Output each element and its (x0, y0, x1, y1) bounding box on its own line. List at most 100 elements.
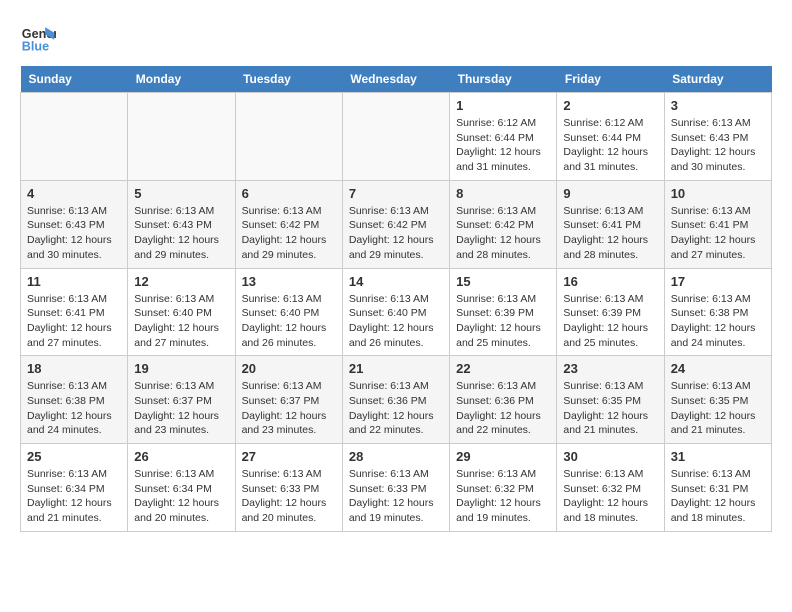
calendar-cell (235, 93, 342, 181)
day-number: 15 (456, 274, 550, 289)
day-number: 24 (671, 361, 765, 376)
calendar-cell: 8 Sunrise: 6:13 AM Sunset: 6:42 PM Daylig… (450, 180, 557, 268)
day-info: Sunrise: 6:13 AM Sunset: 6:34 PM Dayligh… (27, 467, 121, 526)
day-info: Sunrise: 6:13 AM Sunset: 6:33 PM Dayligh… (349, 467, 443, 526)
day-number: 16 (563, 274, 657, 289)
day-number: 27 (242, 449, 336, 464)
day-number: 6 (242, 186, 336, 201)
calendar-week-5: 25 Sunrise: 6:13 AM Sunset: 6:34 PM Dayli… (21, 444, 772, 532)
weekday-header-tuesday: Tuesday (235, 66, 342, 93)
day-info: Sunrise: 6:13 AM Sunset: 6:42 PM Dayligh… (456, 204, 550, 263)
calendar-cell: 7 Sunrise: 6:13 AM Sunset: 6:42 PM Daylig… (342, 180, 449, 268)
day-info: Sunrise: 6:13 AM Sunset: 6:37 PM Dayligh… (242, 379, 336, 438)
calendar-cell: 23 Sunrise: 6:13 AM Sunset: 6:35 PM Dayli… (557, 356, 664, 444)
day-number: 7 (349, 186, 443, 201)
header: General Blue (20, 20, 772, 56)
day-info: Sunrise: 6:13 AM Sunset: 6:35 PM Dayligh… (671, 379, 765, 438)
day-info: Sunrise: 6:13 AM Sunset: 6:41 PM Dayligh… (27, 292, 121, 351)
day-info: Sunrise: 6:13 AM Sunset: 6:40 PM Dayligh… (349, 292, 443, 351)
svg-text:Blue: Blue (22, 40, 49, 54)
day-info: Sunrise: 6:13 AM Sunset: 6:38 PM Dayligh… (27, 379, 121, 438)
day-info: Sunrise: 6:13 AM Sunset: 6:33 PM Dayligh… (242, 467, 336, 526)
calendar-cell: 16Sunrise: 6:13 AM Sunset: 6:39 PM Dayli… (557, 268, 664, 356)
day-number: 13 (242, 274, 336, 289)
day-info: Sunrise: 6:13 AM Sunset: 6:36 PM Dayligh… (349, 379, 443, 438)
calendar-cell: 25 Sunrise: 6:13 AM Sunset: 6:34 PM Dayli… (21, 444, 128, 532)
calendar-table: SundayMondayTuesdayWednesdayThursdayFrid… (20, 66, 772, 532)
calendar-week-1: 1 Sunrise: 6:12 AM Sunset: 6:44 PM Daylig… (21, 93, 772, 181)
day-number: 23 (563, 361, 657, 376)
weekday-header-monday: Monday (128, 66, 235, 93)
day-info: Sunrise: 6:13 AM Sunset: 6:40 PM Dayligh… (134, 292, 228, 351)
weekday-header-saturday: Saturday (664, 66, 771, 93)
day-number: 31 (671, 449, 765, 464)
day-info: Sunrise: 6:13 AM Sunset: 6:43 PM Dayligh… (671, 116, 765, 175)
calendar-cell: 28Sunrise: 6:13 AM Sunset: 6:33 PM Dayli… (342, 444, 449, 532)
day-number: 1 (456, 98, 550, 113)
day-info: Sunrise: 6:13 AM Sunset: 6:35 PM Dayligh… (563, 379, 657, 438)
day-number: 5 (134, 186, 228, 201)
day-info: Sunrise: 6:13 AM Sunset: 6:31 PM Dayligh… (671, 467, 765, 526)
day-info: Sunrise: 6:12 AM Sunset: 6:44 PM Dayligh… (563, 116, 657, 175)
day-info: Sunrise: 6:13 AM Sunset: 6:41 PM Dayligh… (563, 204, 657, 263)
calendar-cell (342, 93, 449, 181)
calendar-cell: 15 Sunrise: 6:13 AM Sunset: 6:39 PM Dayli… (450, 268, 557, 356)
calendar-cell: 9 Sunrise: 6:13 AM Sunset: 6:41 PM Daylig… (557, 180, 664, 268)
day-number: 9 (563, 186, 657, 201)
calendar-cell: 31 Sunrise: 6:13 AM Sunset: 6:31 PM Dayli… (664, 444, 771, 532)
day-info: Sunrise: 6:13 AM Sunset: 6:32 PM Dayligh… (456, 467, 550, 526)
weekday-header-thursday: Thursday (450, 66, 557, 93)
day-number: 11 (27, 274, 121, 289)
calendar-cell: 14 Sunrise: 6:13 AM Sunset: 6:40 PM Dayli… (342, 268, 449, 356)
calendar-cell: 26 Sunrise: 6:13 AM Sunset: 6:34 PM Dayli… (128, 444, 235, 532)
calendar-cell (128, 93, 235, 181)
calendar-cell: 17 Sunrise: 6:13 AM Sunset: 6:38 PM Dayli… (664, 268, 771, 356)
calendar-cell: 4Sunrise: 6:13 AM Sunset: 6:43 PM Daylig… (21, 180, 128, 268)
day-number: 3 (671, 98, 765, 113)
calendar-cell: 5 Sunrise: 6:13 AM Sunset: 6:43 PM Daylig… (128, 180, 235, 268)
weekday-header-wednesday: Wednesday (342, 66, 449, 93)
day-info: Sunrise: 6:13 AM Sunset: 6:40 PM Dayligh… (242, 292, 336, 351)
logo-icon: General Blue (20, 20, 56, 56)
calendar-cell: 10 Sunrise: 6:13 AM Sunset: 6:41 PM Dayli… (664, 180, 771, 268)
day-info: Sunrise: 6:13 AM Sunset: 6:34 PM Dayligh… (134, 467, 228, 526)
calendar-cell: 22 Sunrise: 6:13 AM Sunset: 6:36 PM Dayli… (450, 356, 557, 444)
day-number: 22 (456, 361, 550, 376)
day-number: 10 (671, 186, 765, 201)
day-number: 29 (456, 449, 550, 464)
calendar-cell (21, 93, 128, 181)
calendar-cell: 1Sunrise: 6:12 AM Sunset: 6:44 PM Daylig… (450, 93, 557, 181)
calendar-week-3: 11 Sunrise: 6:13 AM Sunset: 6:41 PM Dayli… (21, 268, 772, 356)
calendar-cell: 20 Sunrise: 6:13 AM Sunset: 6:37 PM Dayli… (235, 356, 342, 444)
calendar-cell: 12 Sunrise: 6:13 AM Sunset: 6:40 PM Dayli… (128, 268, 235, 356)
day-number: 25 (27, 449, 121, 464)
calendar-week-2: 4Sunrise: 6:13 AM Sunset: 6:43 PM Daylig… (21, 180, 772, 268)
day-info: Sunrise: 6:13 AM Sunset: 6:42 PM Dayligh… (349, 204, 443, 263)
day-info: Sunrise: 6:13 AM Sunset: 6:39 PM Dayligh… (456, 292, 550, 351)
day-number: 8 (456, 186, 550, 201)
day-number: 14 (349, 274, 443, 289)
day-info: Sunrise: 6:13 AM Sunset: 6:41 PM Dayligh… (671, 204, 765, 263)
calendar-cell: 21Sunrise: 6:13 AM Sunset: 6:36 PM Dayli… (342, 356, 449, 444)
calendar-cell: 6 Sunrise: 6:13 AM Sunset: 6:42 PM Daylig… (235, 180, 342, 268)
calendar-cell: 13 Sunrise: 6:13 AM Sunset: 6:40 PM Dayli… (235, 268, 342, 356)
calendar-cell: 3 Sunrise: 6:13 AM Sunset: 6:43 PM Daylig… (664, 93, 771, 181)
day-info: Sunrise: 6:13 AM Sunset: 6:38 PM Dayligh… (671, 292, 765, 351)
day-number: 30 (563, 449, 657, 464)
calendar-week-4: 18 Sunrise: 6:13 AM Sunset: 6:38 PM Dayli… (21, 356, 772, 444)
day-info: Sunrise: 6:13 AM Sunset: 6:42 PM Dayligh… (242, 204, 336, 263)
calendar-cell: 30Sunrise: 6:13 AM Sunset: 6:32 PM Dayli… (557, 444, 664, 532)
day-info: Sunrise: 6:13 AM Sunset: 6:43 PM Dayligh… (27, 204, 121, 263)
weekday-header-friday: Friday (557, 66, 664, 93)
calendar-cell: 18 Sunrise: 6:13 AM Sunset: 6:38 PM Dayli… (21, 356, 128, 444)
calendar-cell: 11 Sunrise: 6:13 AM Sunset: 6:41 PM Dayli… (21, 268, 128, 356)
day-number: 26 (134, 449, 228, 464)
weekday-header-sunday: Sunday (21, 66, 128, 93)
day-info: Sunrise: 6:13 AM Sunset: 6:43 PM Dayligh… (134, 204, 228, 263)
day-info: Sunrise: 6:13 AM Sunset: 6:36 PM Dayligh… (456, 379, 550, 438)
day-number: 20 (242, 361, 336, 376)
day-number: 12 (134, 274, 228, 289)
day-number: 18 (27, 361, 121, 376)
calendar-cell: 29 Sunrise: 6:13 AM Sunset: 6:32 PM Dayli… (450, 444, 557, 532)
day-number: 17 (671, 274, 765, 289)
